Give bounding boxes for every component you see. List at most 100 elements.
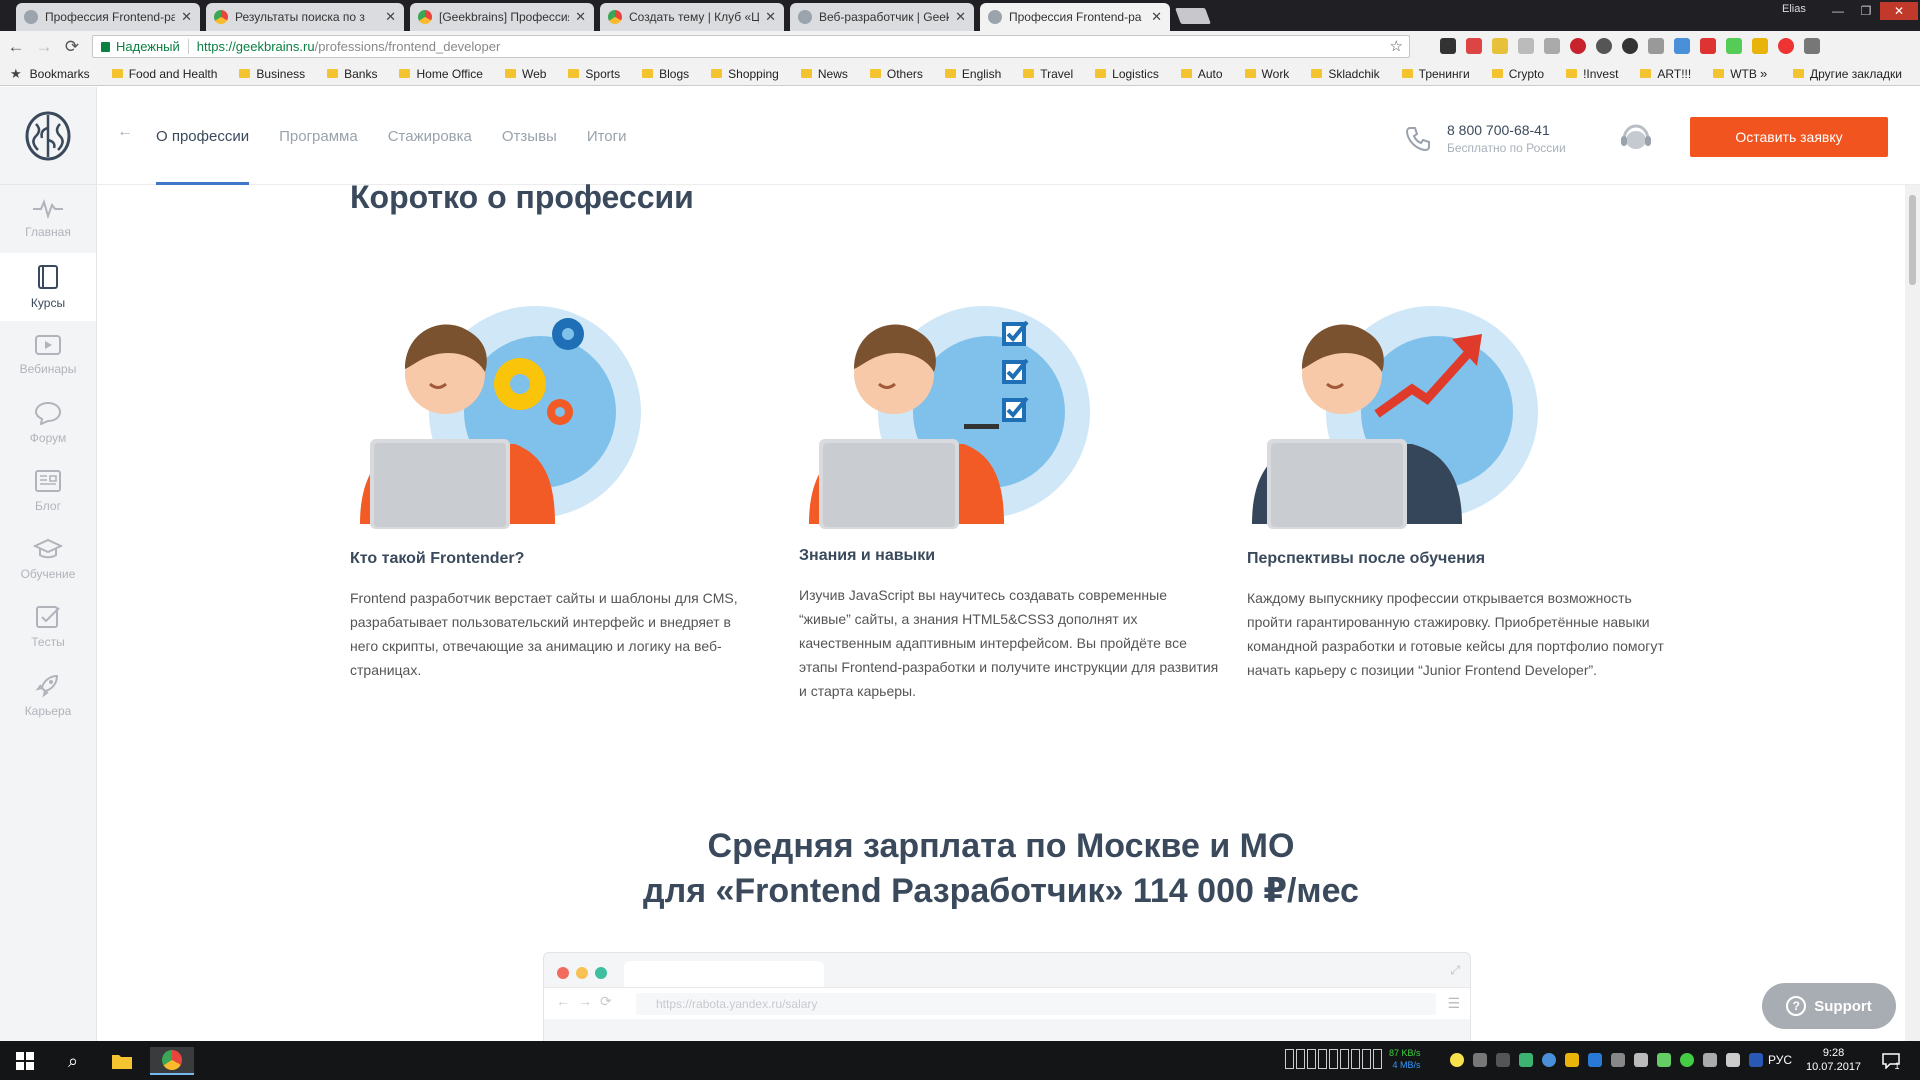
extension-icon[interactable] (1544, 38, 1560, 54)
bookmark-folder[interactable]: English (944, 67, 1001, 81)
tab-program[interactable]: Программа (279, 87, 358, 185)
tab-results[interactable]: Итоги (587, 87, 627, 185)
back-icon[interactable]: ← (4, 37, 28, 57)
support-button[interactable]: ? Support (1762, 983, 1896, 1029)
menu-icon[interactable] (1804, 38, 1820, 54)
minimize-icon[interactable]: — (1824, 2, 1852, 20)
close-tab-icon[interactable]: ✕ (575, 9, 586, 25)
sidebar-item-learning[interactable]: Обучение (0, 525, 96, 593)
sidebar-item-courses[interactable]: Курсы (0, 253, 96, 321)
secure-indicator[interactable]: Надежный (101, 39, 180, 54)
cloud-icon[interactable] (1648, 38, 1664, 54)
back-arrow-icon[interactable]: ← (117, 123, 133, 141)
bookmark-folder[interactable]: WTB (1713, 67, 1757, 81)
bookmark-folder[interactable]: Logistics (1095, 67, 1159, 81)
scrollbar-thumb[interactable] (1909, 195, 1916, 285)
tab-about[interactable]: О профессии (156, 87, 250, 185)
bookmark-folder[interactable]: ART!!! (1640, 67, 1691, 81)
bookmark-folder[interactable]: Crypto (1491, 67, 1544, 81)
bookmark-folder[interactable]: Shopping (711, 67, 779, 81)
tray-icon[interactable] (1542, 1053, 1556, 1067)
browser-tab[interactable]: Создать тему | Клуб «Ц ✕ (600, 3, 784, 31)
browser-tab[interactable]: Веб-разработчик | Geek ✕ (790, 3, 974, 31)
tray-icon[interactable] (1565, 1053, 1579, 1067)
profile-name[interactable]: Elias (1782, 3, 1806, 15)
bookmark-folder[interactable]: Travel (1023, 67, 1073, 81)
reload-icon[interactable]: ⟳ (60, 37, 84, 57)
bookmark-folder[interactable]: Web (504, 67, 546, 81)
extension-icon[interactable] (1518, 38, 1534, 54)
tray-icon[interactable] (1611, 1053, 1625, 1067)
bookmark-folder[interactable]: Home Office (399, 67, 483, 81)
phone-number[interactable]: 8 800 700-68-41 (1447, 122, 1550, 138)
bookmark-folder[interactable]: Auto (1180, 67, 1223, 81)
sidebar-item-webinars[interactable]: Вебинары (0, 321, 96, 389)
extension-icon[interactable] (1726, 38, 1742, 54)
keyboard-layout-icon[interactable] (1749, 1053, 1763, 1067)
leave-request-button[interactable]: Оставить заявку (1690, 117, 1888, 157)
tray-icon[interactable] (1634, 1053, 1648, 1067)
file-explorer-icon[interactable] (106, 1047, 138, 1075)
close-tab-icon[interactable]: ✕ (385, 9, 396, 25)
extension-icon[interactable] (1674, 38, 1690, 54)
tray-icon[interactable] (1588, 1053, 1602, 1067)
bookmark-folder[interactable]: Food and Health (111, 67, 217, 81)
bookmark-folder[interactable]: Others (869, 67, 923, 81)
chrome-taskbar-icon[interactable] (150, 1047, 194, 1075)
other-bookmarks[interactable]: Другие закладки (1793, 67, 1902, 81)
tab-internship[interactable]: Стажировка (388, 87, 472, 185)
bookmark-folder[interactable]: Business (239, 67, 305, 81)
bookmark-folder[interactable]: Blogs (642, 67, 689, 81)
bookmark-folder[interactable]: !Invest (1566, 67, 1618, 81)
tray-icon[interactable] (1680, 1053, 1694, 1067)
tab-reviews[interactable]: Отзывы (502, 87, 557, 185)
pocket-icon[interactable] (1466, 38, 1482, 54)
tray-icon[interactable] (1519, 1053, 1533, 1067)
browser-tab-active[interactable]: Профессия Frontend-ра ✕ (980, 3, 1170, 31)
close-tab-icon[interactable]: ✕ (181, 9, 192, 25)
sidebar-item-forum[interactable]: Форум (0, 389, 96, 457)
bookmark-star-icon[interactable]: ☆ (1390, 37, 1403, 55)
bookmark-folder[interactable]: News (800, 67, 848, 81)
windows-start-icon[interactable] (10, 1047, 40, 1075)
forward-icon[interactable]: → (32, 37, 56, 57)
close-tab-icon[interactable]: ✕ (955, 9, 966, 25)
notifications-icon[interactable]: 1 (1876, 1047, 1906, 1075)
restore-icon[interactable]: ❐ (1852, 2, 1880, 20)
close-tab-icon[interactable]: ✕ (765, 9, 776, 25)
sidebar-item-tests[interactable]: Тесты (0, 593, 96, 661)
extension-icon[interactable] (1622, 38, 1638, 54)
bookmarks-apps[interactable]: ★ Bookmarks (10, 66, 90, 82)
new-tab-button[interactable] (1175, 8, 1211, 24)
extension-icon[interactable] (1700, 38, 1716, 54)
extension-icon[interactable] (1492, 38, 1508, 54)
bookmark-folder[interactable]: Work (1244, 67, 1289, 81)
bookmark-folder[interactable]: Sports (568, 67, 620, 81)
sidebar-item-home[interactable]: Главная (0, 185, 96, 253)
tray-icon[interactable] (1473, 1053, 1487, 1067)
extension-icon[interactable] (1752, 38, 1768, 54)
headset-support-icon[interactable] (1619, 123, 1653, 153)
pinterest-icon[interactable] (1570, 38, 1586, 54)
tray-icon[interactable] (1496, 1053, 1510, 1067)
bookmarks-overflow-icon[interactable]: » (1760, 66, 1767, 81)
volume-icon[interactable] (1726, 1053, 1740, 1067)
close-tab-icon[interactable]: ✕ (1151, 9, 1162, 25)
sidebar-item-career[interactable]: Карьера (0, 661, 96, 729)
close-window-icon[interactable]: ✕ (1880, 2, 1918, 20)
extension-icon[interactable] (1778, 38, 1794, 54)
sidebar-item-blog[interactable]: Блог (0, 457, 96, 525)
page-scrollbar[interactable] (1905, 185, 1920, 1041)
bookmark-folder[interactable]: Banks (327, 67, 377, 81)
bookmark-folder[interactable]: Тренинги (1401, 67, 1470, 81)
input-language[interactable]: РУС (1768, 1053, 1792, 1067)
browser-tab[interactable]: [Geekbrains] Профессия ✕ (410, 3, 594, 31)
browser-tab[interactable]: Результаты поиска по з ✕ (206, 3, 404, 31)
search-icon[interactable]: ⌕ (58, 1047, 88, 1075)
browser-tab[interactable]: Профессия Frontend-ра ✕ (16, 3, 200, 31)
bookmark-folder[interactable]: Skladchik (1311, 67, 1380, 81)
system-clock[interactable]: 9:28 10.07.2017 (1806, 1046, 1861, 1074)
extension-icon[interactable] (1596, 38, 1612, 54)
tray-icon[interactable] (1657, 1053, 1671, 1067)
address-bar[interactable]: Надежный https://geekbrains.ru/professio… (92, 35, 1410, 58)
